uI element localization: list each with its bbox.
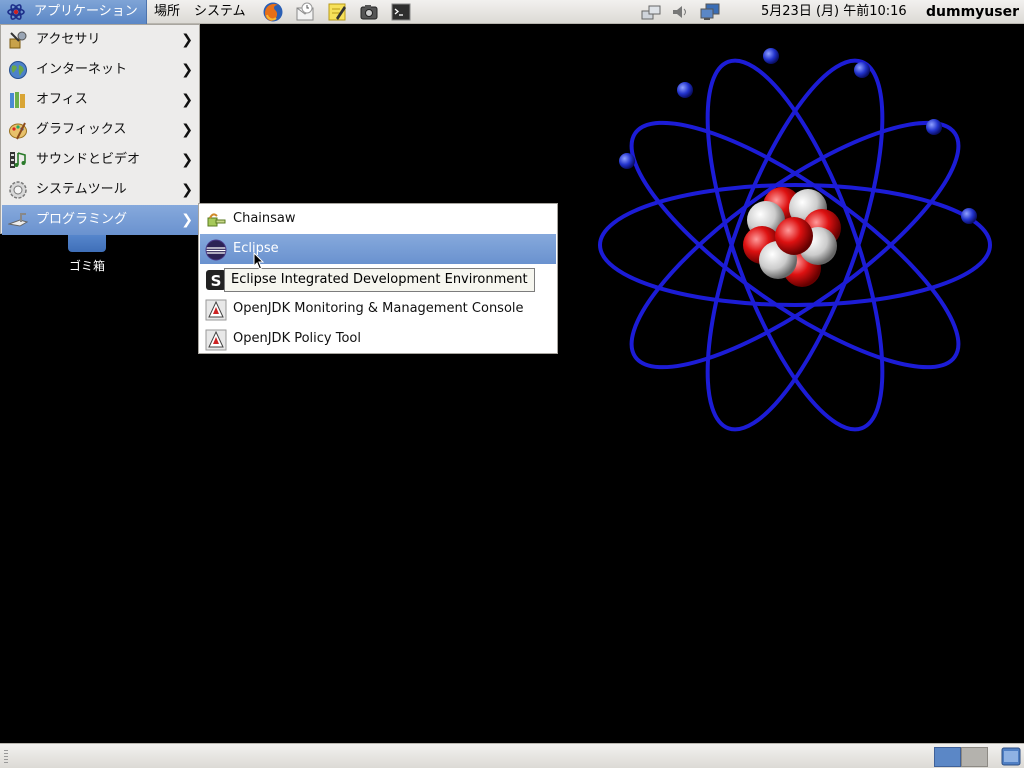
menu-item-programming[interactable]: プログラミング ❯ (2, 205, 199, 235)
notes-icon[interactable] (326, 1, 348, 23)
workspace-2[interactable] (961, 747, 988, 767)
chevron-right-icon: ❯ (181, 62, 193, 78)
show-desktop-icon[interactable] (1001, 747, 1021, 766)
system-menu[interactable]: システム (194, 0, 246, 24)
bottom-panel (0, 743, 1024, 768)
submenu-item-label: Chainsaw (233, 211, 296, 226)
office-icon (10, 92, 25, 108)
menu-item-label: オフィス (36, 92, 88, 107)
workspace-1[interactable] (934, 747, 961, 767)
openjdk-icon (205, 329, 227, 351)
chevron-right-icon: ❯ (181, 92, 193, 108)
chainsaw-icon (207, 213, 226, 227)
submenu-item-chainsaw[interactable]: Chainsaw (200, 204, 556, 234)
panel-grip-icon[interactable] (4, 750, 8, 763)
applications-menu[interactable]: アプリケーション (0, 0, 147, 24)
network-icon[interactable] (641, 3, 661, 21)
sound-video-icon (10, 152, 26, 168)
gnome-foot-icon (7, 4, 25, 20)
graphics-icon (9, 122, 27, 140)
internet-icon (9, 61, 27, 79)
menu-item-label: プログラミング (36, 212, 128, 227)
display-icon[interactable] (700, 3, 720, 21)
user-menu[interactable]: dummyuser (926, 0, 1019, 24)
menu-item-label: アクセサリ (36, 32, 101, 47)
menu-item-label: システムツール (36, 182, 127, 197)
applications-dropdown: アクセサリ ❯ インターネット ❯ オフィス ❯ グラフィックス ❯ サウンドと… (0, 24, 200, 235)
applications-menu-label: アプリケーション (34, 4, 138, 19)
menu-item-label: インターネット (36, 62, 128, 77)
chevron-right-icon: ❯ (181, 32, 193, 48)
chevron-right-icon: ❯ (181, 182, 193, 198)
menu-item-system-tools[interactable]: システムツール ❯ (2, 175, 199, 205)
screenshot-icon[interactable] (358, 1, 380, 23)
menu-item-internet[interactable]: インターネット ❯ (2, 55, 199, 85)
tooltip: Eclipse Integrated Development Environme… (224, 268, 535, 292)
menu-item-office[interactable]: オフィス ❯ (2, 85, 199, 115)
menu-item-label: グラフィックス (36, 122, 127, 137)
menu-item-sound-video[interactable]: サウンドとビデオ ❯ (2, 145, 199, 175)
programming-icon (8, 213, 28, 227)
trash-label[interactable]: ゴミ箱 (54, 257, 120, 274)
submenu-item-label: OpenJDK Policy Tool (233, 331, 362, 346)
submenu-item-openjdk-console[interactable]: OpenJDK Monitoring & Management Console (200, 294, 556, 324)
svg-text:S: S (211, 272, 222, 290)
submenu-item-openjdk-policy[interactable]: OpenJDK Policy Tool (200, 324, 556, 354)
clock[interactable]: 5月23日 (月) 午前10:16 (761, 0, 907, 24)
firefox-icon[interactable] (262, 1, 284, 23)
accessories-icon (9, 31, 27, 49)
mouse-pointer-icon (253, 252, 265, 270)
submenu-item-label: OpenJDK Monitoring & Management Console (233, 301, 524, 316)
menu-item-accessories[interactable]: アクセサリ ❯ (2, 25, 199, 55)
system-tools-icon (9, 181, 27, 199)
chevron-right-icon: ❯ (181, 152, 193, 168)
places-menu[interactable]: 場所 (154, 0, 180, 24)
eclipse-icon (205, 239, 227, 261)
atom-wallpaper-icon (598, 48, 992, 432)
menu-item-graphics[interactable]: グラフィックス ❯ (2, 115, 199, 145)
terminal-icon[interactable] (390, 1, 412, 23)
mail-icon[interactable] (294, 1, 316, 23)
top-panel: アプリケーション 場所 システム 5月23日 (月) 午前10:16 dummy… (0, 0, 1024, 24)
menu-item-label: サウンドとビデオ (36, 152, 141, 167)
chevron-right-icon: ❯ (181, 212, 193, 228)
volume-icon[interactable] (671, 3, 691, 21)
chevron-right-icon: ❯ (181, 122, 193, 138)
openjdk-icon (205, 299, 227, 321)
